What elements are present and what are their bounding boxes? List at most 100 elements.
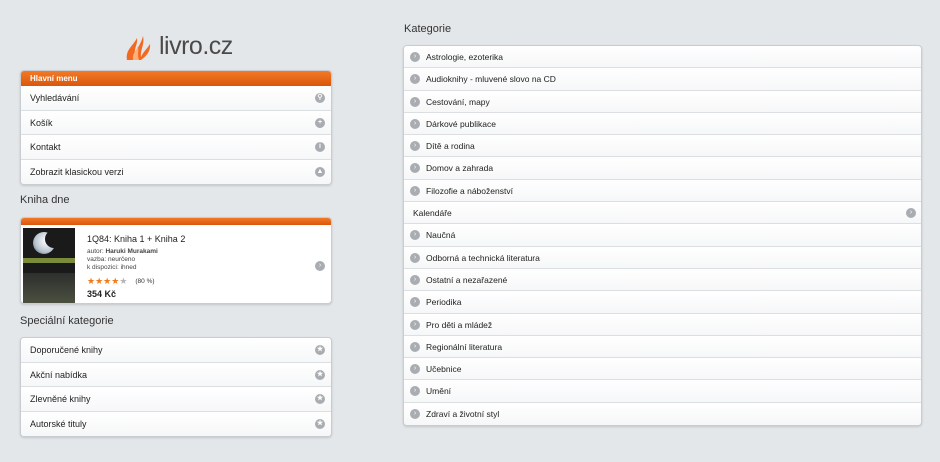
- category-item[interactable]: › Astrologie, ezoterika: [404, 46, 921, 69]
- book-title[interactable]: 1Q84: Kniha 1 + Kniha 2: [87, 234, 185, 244]
- categories-list: › Astrologie, ezoterika › Audioknihy - mlu…: [403, 45, 922, 427]
- category-item[interactable]: › Pro děti a mládež: [404, 313, 921, 336]
- category-item[interactable]: › Domov a zahrada: [404, 157, 921, 180]
- category-item[interactable]: › Zdraví a životní styl: [404, 402, 921, 426]
- cover-band: [23, 258, 75, 263]
- star-icon: ★: [315, 394, 325, 404]
- chevron-right-icon: ›: [410, 274, 420, 285]
- special-categories-heading: Speciální kategorie: [20, 315, 114, 327]
- chevron-right-icon: ›: [410, 185, 420, 196]
- chevron-right-icon: ›: [410, 141, 420, 152]
- category-item[interactable]: › Naučná: [404, 224, 921, 247]
- chevron-right-icon: ›: [906, 208, 916, 219]
- star-empty-icon: ★: [119, 276, 128, 286]
- special-item-author[interactable]: Autorské tituly ★: [21, 411, 331, 436]
- chevron-right-icon: ›: [410, 297, 420, 308]
- star-icon: ★: [95, 276, 104, 286]
- category-label: Regionální literatura: [426, 341, 503, 352]
- category-item[interactable]: › Ostatní a nezařazené: [404, 268, 921, 292]
- category-label: Odborná a technická literatura: [426, 252, 540, 263]
- availability-value: ihned: [120, 264, 137, 271]
- category-label: Pro děti a mládež: [426, 319, 493, 330]
- chevron-right-icon[interactable]: ›: [315, 261, 325, 271]
- plus-icon: +: [315, 117, 325, 128]
- category-label: Učebnice: [426, 364, 462, 375]
- main-menu-title: Hlavní menu: [21, 71, 331, 86]
- star-icon: ★: [315, 418, 325, 429]
- binding-label: vazba:: [87, 256, 107, 263]
- category-item[interactable]: › Dárkové publikace: [404, 112, 921, 136]
- chevron-right-icon: ›: [410, 386, 420, 397]
- category-label: Dárkové publikace: [426, 118, 496, 129]
- special-item-action[interactable]: Akční nabídka ★: [21, 362, 331, 387]
- search-icon: ⚲: [315, 93, 325, 103]
- menu-item-label: Vyhledávání: [30, 93, 80, 103]
- category-item[interactable]: › Audioknihy - mluvené slovo na CD: [404, 68, 921, 91]
- chevron-right-icon: ›: [410, 230, 420, 241]
- category-item[interactable]: › Dítě a rodina: [404, 135, 921, 158]
- category-label: Zdraví a životní styl: [426, 408, 500, 419]
- book-price: 354 Kč: [87, 289, 117, 299]
- menu-item-classic-version[interactable]: Zobrazit klasickou verzi ▲: [21, 159, 331, 184]
- menu-item-search[interactable]: Vyhledávání ⚲: [21, 86, 331, 111]
- star-icon: ★: [103, 276, 112, 286]
- author-name: Haruki Murakami: [105, 248, 158, 255]
- chevron-right-icon: ›: [410, 252, 420, 263]
- chevron-right-icon: ›: [410, 118, 420, 129]
- chevron-right-icon: ›: [410, 408, 420, 419]
- logo[interactable]: livro.cz: [123, 28, 233, 64]
- category-label: Ostatní a nezařazené: [426, 274, 508, 285]
- category-item[interactable]: › Cestování, mapy: [404, 90, 921, 113]
- special-item-label: Akční nabídka: [30, 369, 88, 380]
- chevron-right-icon: ›: [410, 74, 420, 85]
- chevron-right-icon: ›: [410, 52, 420, 62]
- binding-value: neurčeno: [107, 256, 136, 263]
- special-item-discounted[interactable]: Zlevněné knihy ★: [21, 387, 331, 412]
- book-info: 1Q84: Kniha 1 + Kniha 2 autor: Haruki Mu…: [87, 234, 185, 272]
- chevron-right-icon: ›: [410, 163, 420, 174]
- flame-logo-icon: [126, 36, 151, 60]
- logo-text: livro.cz: [159, 31, 233, 60]
- menu-item-label: Kontakt: [30, 142, 61, 152]
- book-author: autor: Haruki Murakami: [87, 248, 185, 256]
- chevron-right-icon: ›: [410, 341, 420, 352]
- category-label: Audioknihy - mluvené slovo na CD: [426, 74, 556, 85]
- category-item[interactable]: › Odborná a technická literatura: [404, 246, 921, 269]
- cover-moon-shadow: [45, 230, 63, 248]
- category-label: Filozofie a náboženství: [426, 185, 513, 196]
- category-item[interactable]: › Regionální literatura: [404, 335, 921, 359]
- menu-item-cart[interactable]: Košík +: [21, 110, 331, 135]
- chevron-right-icon: ›: [410, 96, 420, 107]
- category-label: Astrologie, ezoterika: [426, 52, 504, 62]
- special-item-label: Doporučené knihy: [30, 345, 103, 355]
- up-arrow-icon: ▲: [315, 166, 325, 177]
- cover-city: [23, 273, 75, 303]
- card-header-strip: [21, 218, 331, 225]
- chevron-right-icon: ›: [410, 364, 420, 375]
- category-item[interactable]: › Učebnice: [404, 358, 921, 381]
- main-menu-panel: Hlavní menu Vyhledávání ⚲ Košík + Kontak…: [20, 70, 332, 185]
- special-item-recommended[interactable]: Doporučené knihy ★: [21, 338, 331, 363]
- star-icon: ★: [111, 276, 120, 286]
- book-cover[interactable]: [23, 228, 75, 303]
- book-of-day-card[interactable]: 1Q84: Kniha 1 + Kniha 2 autor: Haruki Mu…: [20, 217, 332, 304]
- special-item-label: Zlevněné knihy: [30, 394, 91, 404]
- category-label: Naučná: [426, 230, 456, 241]
- book-availability: k dispozici: ihned: [87, 264, 185, 272]
- category-label: Domov a zahrada: [426, 163, 494, 174]
- special-item-label: Autorské tituly: [30, 418, 87, 429]
- category-item-calendars[interactable]: Kalendáře ›: [404, 202, 921, 225]
- category-label: Kalendáře: [413, 208, 452, 219]
- category-label: Umění: [426, 386, 452, 397]
- category-item[interactable]: › Periodika: [404, 291, 921, 314]
- menu-item-contact[interactable]: Kontakt i: [21, 135, 331, 160]
- author-label: autor:: [87, 248, 104, 255]
- special-categories-panel: Doporučené knihy ★ Akční nabídka ★ Zlevn…: [20, 337, 332, 437]
- categories-heading: Kategorie: [404, 23, 452, 35]
- category-item[interactable]: › Umění: [404, 380, 921, 403]
- rating-stars: ★ ★ ★ ★ ★ (80 %): [87, 277, 155, 286]
- menu-item-label: Zobrazit klasickou verzi: [30, 166, 124, 177]
- category-label: Dítě a rodina: [426, 141, 475, 152]
- category-item[interactable]: › Filozofie a náboženství: [404, 179, 921, 203]
- chevron-right-icon: ›: [410, 319, 420, 330]
